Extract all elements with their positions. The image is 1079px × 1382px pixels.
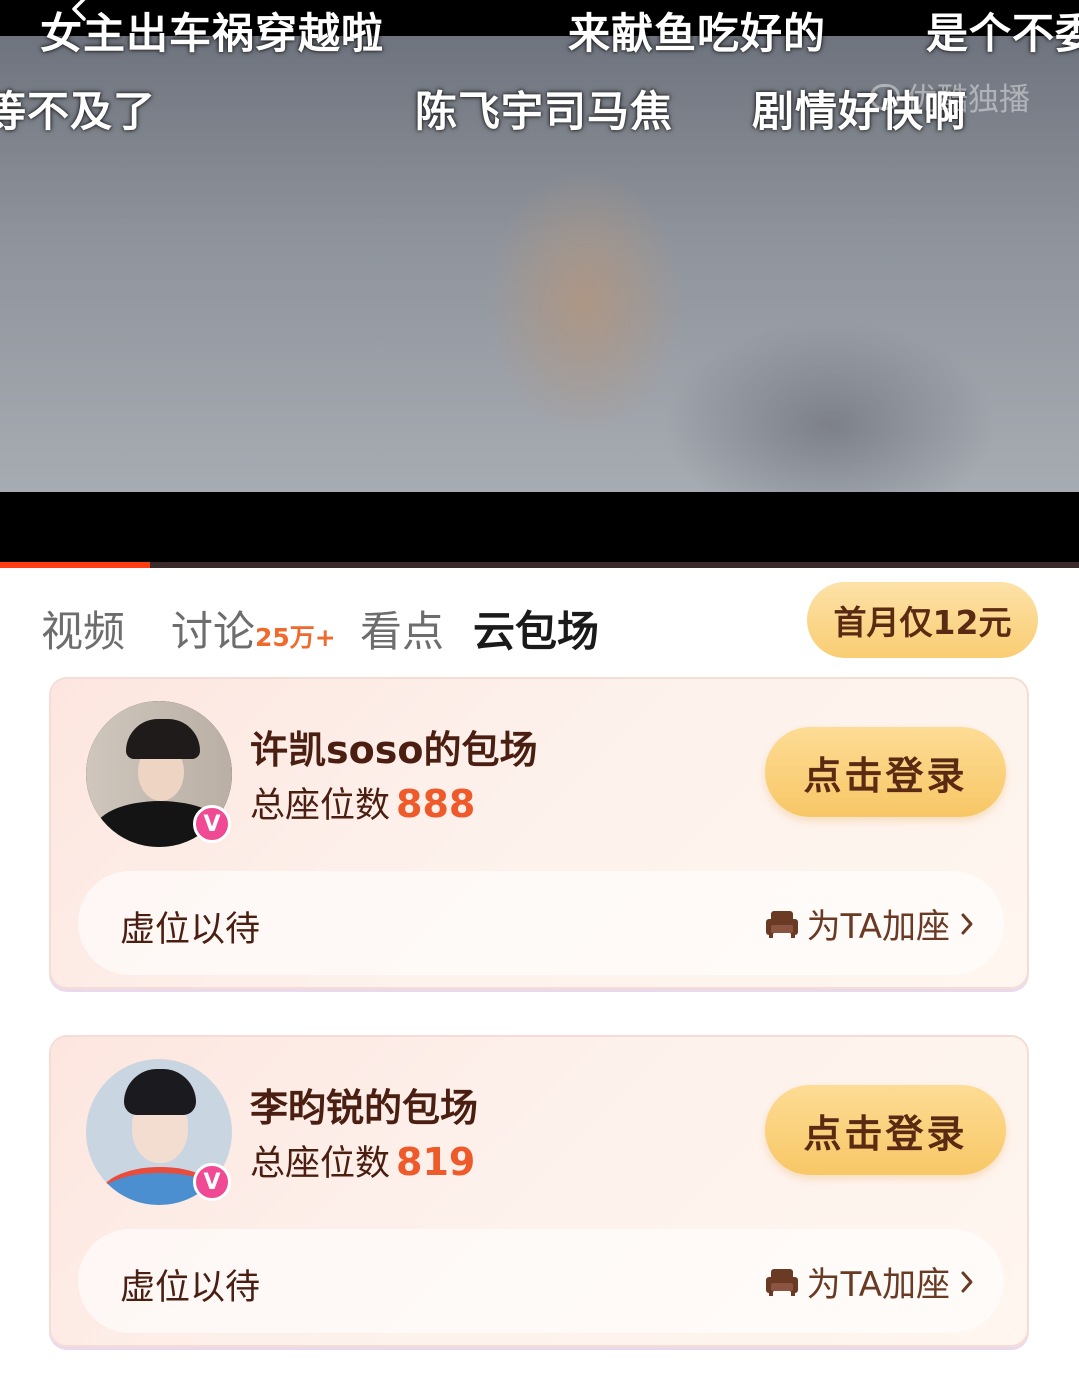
add-seat-link[interactable]: 为TA加座 xyxy=(765,1257,976,1306)
video-player[interactable]: 女主出车祸穿越啦 来献鱼吃好的 是个不委 等不及了 陈飞宇司马焦 剧情好快啊 优… xyxy=(0,0,1079,562)
seat-row-label: 虚位以待 xyxy=(120,1268,261,1308)
chevron-right-icon xyxy=(961,1271,973,1292)
seat-total-label: 总座位数 xyxy=(250,1144,391,1184)
seat-row-label: 虚位以待 xyxy=(120,910,261,950)
danmaku-comment: 来献鱼吃好的 xyxy=(568,9,827,58)
watermark: 优酷独播 xyxy=(870,74,1030,119)
chevron-right-icon xyxy=(961,913,973,934)
seat-total-value: 888 xyxy=(396,782,476,826)
tab-label: 讨论 xyxy=(171,607,256,656)
login-button[interactable]: 点击登录 xyxy=(765,1085,1006,1175)
tab-video[interactable]: 视频 xyxy=(41,598,125,659)
screening-card: V 许凯soso的包场 总座位数 888 点击登录 虚位以待 为TA加座 xyxy=(49,677,1029,989)
tab-label: 看点 xyxy=(360,607,445,656)
card-title: 许凯soso的包场 xyxy=(250,728,538,772)
danmaku-comment: 陈飞宇司马焦 xyxy=(415,87,674,136)
login-button[interactable]: 点击登录 xyxy=(765,727,1006,817)
tab-label: 云包场 xyxy=(473,607,600,656)
seat-total: 总座位数 888 xyxy=(250,777,475,828)
screening-card: V 李昀锐的包场 总座位数 819 点击登录 虚位以待 为TA加座 xyxy=(49,1035,1029,1347)
tab-bar: 视频 讨论25万+ 看点 云包场 首月仅12元 xyxy=(0,570,1079,674)
danmaku-comment: 是个不委 xyxy=(926,9,1079,58)
card-title: 李昀锐的包场 xyxy=(250,1086,479,1130)
sofa-seat-icon xyxy=(765,910,798,938)
seat-row[interactable]: 虚位以待 为TA加座 xyxy=(78,1229,1004,1333)
sofa-seat-icon xyxy=(765,1268,798,1296)
tab-cloud-screening[interactable]: 云包场 xyxy=(473,598,599,659)
seat-total: 总座位数 819 xyxy=(250,1135,475,1186)
seat-total-value: 819 xyxy=(396,1140,476,1184)
tab-label: 视频 xyxy=(41,607,126,656)
verified-v-icon: V xyxy=(193,1163,231,1201)
seat-row[interactable]: 虚位以待 为TA加座 xyxy=(78,871,1004,975)
seat-total-label: 总座位数 xyxy=(250,786,391,826)
progress-remaining xyxy=(150,562,1079,568)
add-seat-label: 为TA加座 xyxy=(806,1265,950,1305)
add-seat-link[interactable]: 为TA加座 xyxy=(765,899,976,948)
verified-v-icon: V xyxy=(193,805,231,843)
progress-fill xyxy=(0,562,150,568)
membership-promo-button[interactable]: 首月仅12元 xyxy=(807,582,1038,658)
add-seat-label: 为TA加座 xyxy=(806,907,950,947)
back-chevron-icon[interactable] xyxy=(66,0,92,22)
danmaku-comment: 等不及了 xyxy=(0,87,157,136)
youku-logo-icon xyxy=(870,83,900,110)
discussion-count-badge: 25万+ xyxy=(255,623,336,652)
watermark-text: 优酷独播 xyxy=(906,82,1030,118)
tab-discussion[interactable]: 讨论25万+ xyxy=(171,598,336,659)
tab-highlights[interactable]: 看点 xyxy=(360,598,444,659)
